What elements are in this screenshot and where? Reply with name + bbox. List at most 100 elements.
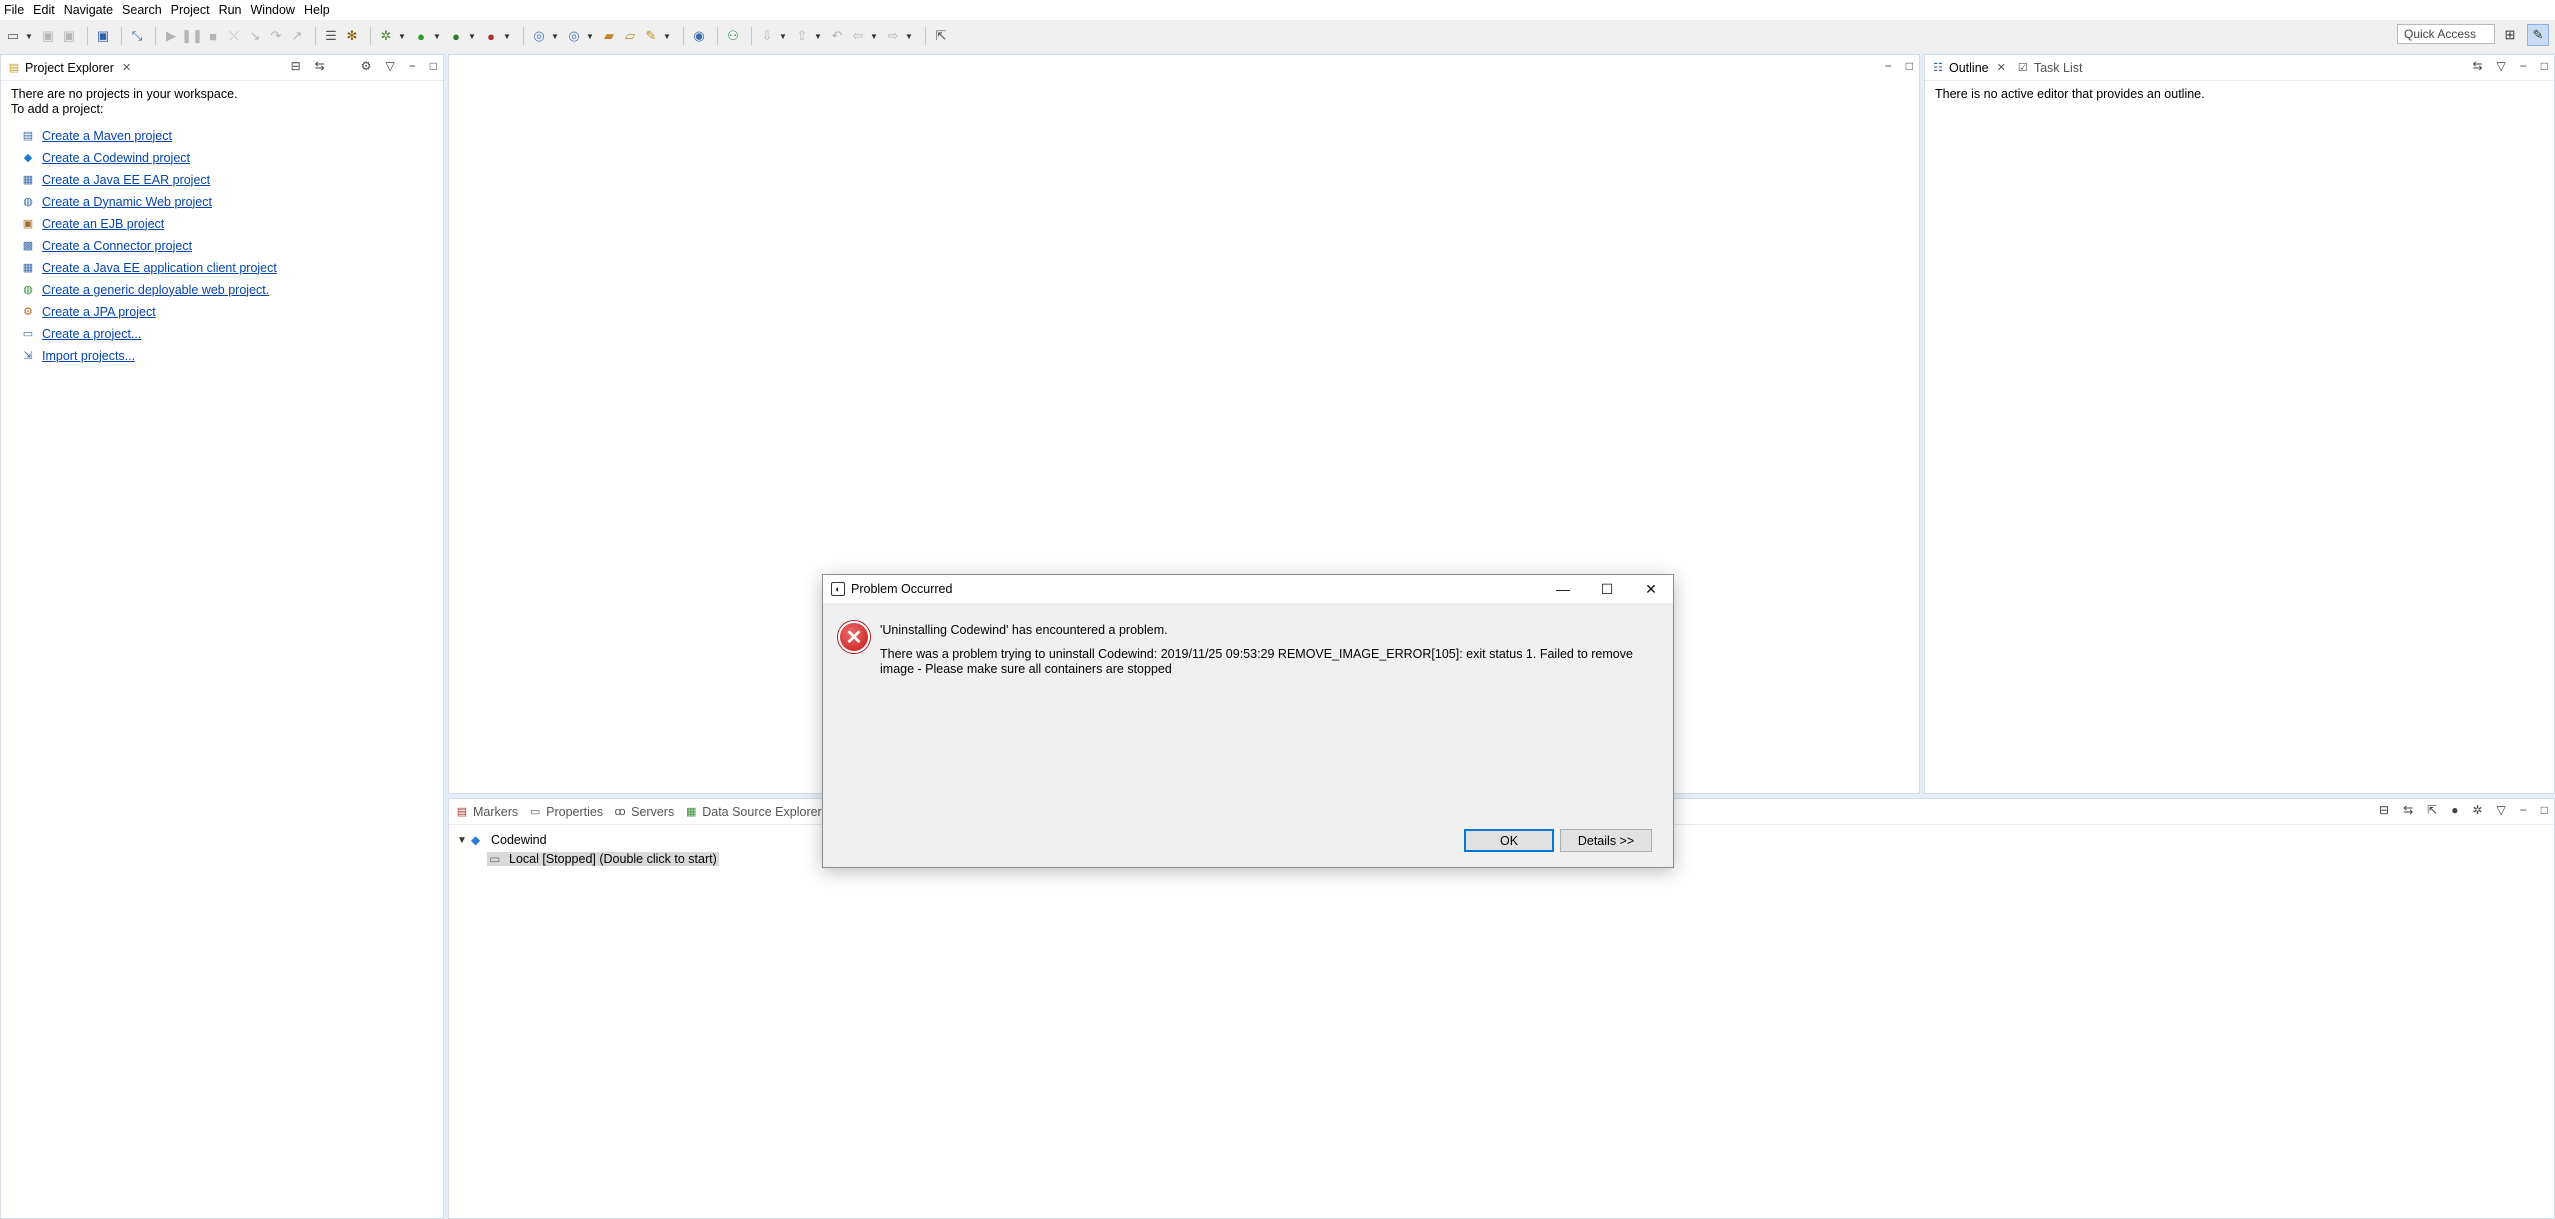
external-tools-icon[interactable]: ● <box>482 27 500 45</box>
toggle-mark-icon[interactable]: ☰ <box>322 27 340 45</box>
terminal-icon[interactable]: ▣ <box>94 27 112 45</box>
menu-window[interactable]: Window <box>249 3 302 17</box>
step-into-icon[interactable]: ↘ <box>246 27 264 45</box>
open-perspective-icon[interactable]: ⊞ <box>2499 24 2521 46</box>
prev-annotation-dropdown-icon[interactable]: ▼ <box>814 27 822 45</box>
minimize-icon[interactable]: − <box>2520 59 2527 73</box>
skip-breakpoints-icon[interactable]: ⤡ <box>128 27 146 45</box>
menu-search[interactable]: Search <box>120 3 169 17</box>
forward-dropdown-icon[interactable]: ▼ <box>905 27 913 45</box>
collapse-all-icon[interactable]: ⊟ <box>2379 803 2389 817</box>
step-return-icon[interactable]: ↗ <box>288 27 306 45</box>
debug-dropdown-icon[interactable]: ▼ <box>398 27 406 45</box>
maximize-icon[interactable]: ☐ <box>1585 575 1629 603</box>
minimize-icon[interactable]: − <box>2520 803 2527 817</box>
tab-markers[interactable]: ▤ Markers <box>451 800 524 824</box>
coverage-icon[interactable]: ● <box>447 27 465 45</box>
filter-icon[interactable]: ⚙ <box>361 59 372 73</box>
start-server-icon[interactable]: ● <box>2451 803 2458 817</box>
pin-editor-icon[interactable]: ⇱ <box>932 27 950 45</box>
menu-run[interactable]: Run <box>217 3 249 17</box>
menu-help[interactable]: Help <box>302 3 337 17</box>
tab-servers[interactable]: ꝏ Servers <box>609 800 680 824</box>
tab-outline[interactable]: ☷ Outline ✕ <box>1927 56 2012 80</box>
open-task-icon[interactable]: ⚇ <box>724 27 742 45</box>
prev-annotation-icon[interactable]: ⇧ <box>793 27 811 45</box>
link-editor-icon[interactable]: ⇆ <box>315 59 325 73</box>
link-import-projects[interactable]: ⇲ Import projects... <box>20 345 433 367</box>
link-create-ear[interactable]: ▦ Create a Java EE EAR project <box>20 169 433 191</box>
maximize-icon[interactable]: □ <box>2541 803 2548 817</box>
maximize-icon[interactable]: □ <box>1906 59 1913 73</box>
terminate-icon[interactable]: ■ <box>204 27 222 45</box>
link-label[interactable]: Create a Java EE application client proj… <box>42 261 277 276</box>
minimize-icon[interactable]: − <box>1885 59 1892 73</box>
next-annotation-icon[interactable]: ⇩ <box>758 27 776 45</box>
quick-access-field[interactable]: Quick Access <box>2397 24 2495 44</box>
link-create-maven[interactable]: ▤ Create a Maven project <box>20 125 433 147</box>
details-button[interactable]: Details >> <box>1560 829 1652 852</box>
minimize-icon[interactable]: — <box>1541 575 1585 603</box>
back-icon[interactable]: ⇦ <box>849 27 867 45</box>
link-create-connector[interactable]: ▩ Create a Connector project <box>20 235 433 257</box>
maximize-icon[interactable]: □ <box>2541 59 2548 73</box>
save-icon[interactable]: ▣ <box>39 27 57 45</box>
tab-properties[interactable]: ▭ Properties <box>524 800 609 824</box>
search-dropdown-icon[interactable]: ▼ <box>663 27 671 45</box>
link-create-codewind[interactable]: ◆ Create a Codewind project <box>20 147 433 169</box>
step-over-icon[interactable]: ↷ <box>267 27 285 45</box>
maximize-icon[interactable]: □ <box>430 59 437 73</box>
run-icon[interactable]: ● <box>412 27 430 45</box>
menu-project[interactable]: Project <box>169 3 217 17</box>
link-editor-icon[interactable]: ⇆ <box>2403 803 2413 817</box>
link-create-generic-web[interactable]: ◍ Create a generic deployable web project… <box>20 279 433 301</box>
link-create-app-client[interactable]: ▦ Create a Java EE application client pro… <box>20 257 433 279</box>
link-label[interactable]: Import projects... <box>42 349 135 364</box>
tab-project-explorer[interactable]: ▤ Project Explorer ✕ <box>3 56 137 80</box>
coverage-dropdown-icon[interactable]: ▼ <box>468 27 476 45</box>
link-create-ejb[interactable]: ▣ Create an EJB project <box>20 213 433 235</box>
open-type-icon[interactable]: ▰ <box>600 27 618 45</box>
close-icon[interactable]: ✕ <box>1629 575 1673 603</box>
view-menu-icon[interactable]: ▽ <box>386 59 395 73</box>
last-edit-icon[interactable]: ↶ <box>828 27 846 45</box>
link-create-dynamic-web[interactable]: ◍ Create a Dynamic Web project <box>20 191 433 213</box>
new-server-icon[interactable]: ◎ <box>530 27 548 45</box>
debug-config-icon[interactable]: ✻ <box>343 27 361 45</box>
tab-task-list[interactable]: ☑ Task List <box>2012 56 2089 80</box>
resume-icon[interactable]: ▶ <box>162 27 180 45</box>
link-label[interactable]: Create a Codewind project <box>42 151 190 166</box>
collapse-all-icon[interactable]: ⊟ <box>291 59 301 73</box>
focus-icon[interactable]: ⇆ <box>2472 59 2482 73</box>
link-label[interactable]: Create an EJB project <box>42 217 164 232</box>
new-server-icon[interactable]: ⇱ <box>2427 803 2437 817</box>
link-label[interactable]: Create a generic deployable web project. <box>42 283 269 298</box>
suspend-icon[interactable]: ❚❚ <box>181 27 203 45</box>
link-label[interactable]: Create a Maven project <box>42 129 172 144</box>
debug-icon[interactable]: ✲ <box>377 27 395 45</box>
java-ee-perspective-icon[interactable]: ✎ <box>2527 24 2549 46</box>
menu-file[interactable]: File <box>2 3 31 17</box>
link-create-jpa[interactable]: ⚙ Create a JPA project <box>20 301 433 323</box>
search-icon[interactable]: ✎ <box>642 27 660 45</box>
next-annotation-dropdown-icon[interactable]: ▼ <box>779 27 787 45</box>
menu-edit[interactable]: Edit <box>31 3 62 17</box>
new-server-dropdown-icon[interactable]: ▼ <box>551 27 559 45</box>
link-label[interactable]: Create a Java EE EAR project <box>42 173 210 188</box>
link-create-project[interactable]: ▭ Create a project... <box>20 323 433 345</box>
external-tools-dropdown-icon[interactable]: ▼ <box>503 27 511 45</box>
forward-icon[interactable]: ⇨ <box>884 27 902 45</box>
new-icon[interactable]: ▭ <box>4 27 22 45</box>
chevron-down-icon[interactable]: ▼ <box>457 835 471 846</box>
disconnect-icon[interactable]: ⤬ <box>225 27 243 45</box>
publish-dropdown-icon[interactable]: ▼ <box>586 27 594 45</box>
close-icon[interactable]: ✕ <box>1997 61 2006 74</box>
web-browser-icon[interactable]: ◉ <box>690 27 708 45</box>
tab-data-source-explorer[interactable]: ▦ Data Source Explorer <box>680 800 828 824</box>
back-dropdown-icon[interactable]: ▼ <box>870 27 878 45</box>
save-all-icon[interactable]: ▣ <box>60 27 78 45</box>
new-dropdown-icon[interactable]: ▼ <box>25 27 33 45</box>
menu-navigate[interactable]: Navigate <box>62 3 120 17</box>
run-dropdown-icon[interactable]: ▼ <box>433 27 441 45</box>
link-label[interactable]: Create a Dynamic Web project <box>42 195 212 210</box>
